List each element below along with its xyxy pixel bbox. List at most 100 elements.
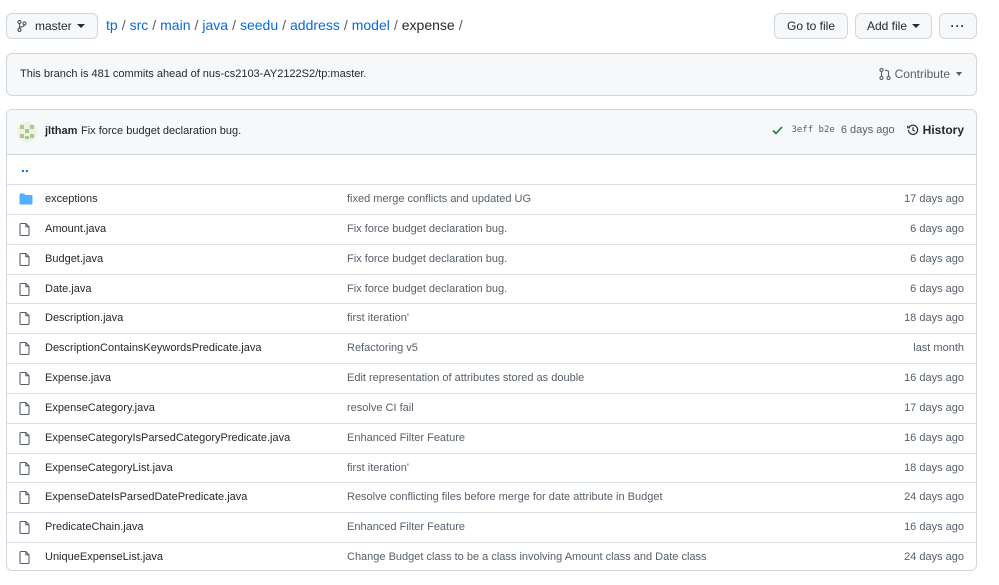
file-row[interactable]: Amount.java Fix force budget declaration … — [7, 215, 976, 245]
file-name-link[interactable]: Date.java — [45, 283, 91, 295]
file-icon — [19, 551, 30, 567]
file-commit-message[interactable]: Fix force budget declaration bug. — [347, 253, 507, 265]
file-icon — [19, 312, 30, 328]
file-name-link[interactable]: ExpenseCategoryList.java — [45, 462, 173, 474]
commit-age: 6 days ago — [840, 124, 895, 136]
branch-selector-button[interactable]: master — [6, 13, 98, 39]
commit-meta: 3eff b2e 6 days ago History — [772, 123, 964, 137]
go-to-file-button[interactable]: Go to file — [774, 13, 848, 39]
breadcrumb-separator: / — [194, 17, 199, 33]
file-commit-message[interactable]: Enhanced Filter Feature — [347, 432, 465, 444]
file-icon — [19, 222, 30, 239]
contribute-label: Contribute — [894, 67, 950, 81]
file-commit-message[interactable]: Edit representation of attributes stored… — [347, 372, 584, 384]
breadcrumb-item-java[interactable]: java — [202, 17, 228, 33]
more-options-button[interactable]: ··· — [939, 13, 977, 39]
file-commit-message[interactable]: Enhanced Filter Feature — [347, 521, 465, 533]
contribute-button[interactable]: Contribute — [879, 67, 962, 81]
file-name-link[interactable]: ExpenseCategoryIsParsedCategoryPredicate… — [45, 432, 290, 444]
ahead-banner-text: This branch is 481 commits ahead of nus-… — [20, 68, 367, 80]
file-name-link[interactable]: DescriptionContainsKeywordsPredicate.jav… — [45, 342, 261, 354]
file-icon — [19, 431, 30, 448]
file-row[interactable]: UniqueExpenseList.java Change Budget clas… — [7, 543, 976, 570]
ahead-banner: This branch is 481 commits ahead of nus-… — [6, 53, 977, 96]
file-icon — [19, 521, 30, 537]
file-commit-age: 16 days ago — [904, 431, 964, 444]
file-row[interactable]: ExpenseCategory.java resolve CI fail 17 da… — [7, 394, 976, 424]
file-row[interactable]: ExpenseCategoryIsParsedCategoryPredicate… — [7, 424, 976, 454]
file-icon — [19, 252, 30, 269]
file-row[interactable]: ExpenseCategoryList.java first iteration'… — [7, 454, 976, 484]
file-row[interactable]: ExpenseDateIsParsedDatePredicate.java Res… — [7, 483, 976, 514]
file-name-link[interactable]: ExpenseDateIsParsedDatePredicate.java — [45, 491, 247, 503]
file-row[interactable]: Expense.java Edit representation of attri… — [7, 364, 976, 394]
parent-directory-row[interactable]: .. — [7, 155, 976, 185]
breadcrumb-current: expense — [401, 17, 455, 33]
commit-author[interactable]: jltham — [45, 125, 77, 137]
file-row[interactable]: DescriptionContainsKeywordsPredicate.jav… — [7, 334, 976, 365]
breadcrumb-item-main[interactable]: main — [160, 17, 190, 33]
chevron-down-icon — [956, 72, 962, 76]
breadcrumb-item-model[interactable]: model — [352, 17, 390, 33]
file-row[interactable]: Description.java first iteration' 18 days … — [7, 304, 976, 335]
breadcrumb-separator: / — [121, 17, 126, 33]
add-file-button[interactable]: Add file — [855, 13, 932, 39]
file-row[interactable]: PredicateChain.java Enhanced Filter Featu… — [7, 513, 976, 544]
file-commit-message[interactable]: first iteration' — [347, 312, 409, 324]
file-commit-age: 18 days ago — [904, 461, 964, 474]
history-icon — [906, 124, 918, 135]
breadcrumb-item-address[interactable]: address — [290, 17, 340, 33]
breadcrumb-separator: / — [152, 17, 157, 33]
file-icon — [19, 401, 30, 418]
file-row[interactable]: Date.java Fix force budget declaration bu… — [7, 275, 976, 305]
breadcrumb-item-tp[interactable]: tp — [106, 17, 118, 33]
file-icon — [19, 461, 30, 478]
file-commit-age: 17 days ago — [904, 193, 964, 205]
branch-name: master — [35, 19, 72, 33]
file-commit-age: 6 days ago — [910, 222, 964, 235]
breadcrumb-item-src[interactable]: src — [130, 17, 149, 33]
add-file-label: Add file — [866, 19, 908, 33]
file-commit-message[interactable]: Resolve conflicting files before merge f… — [347, 491, 663, 503]
file-name-link[interactable]: PredicateChain.java — [45, 521, 143, 533]
file-commit-message[interactable]: Fix force budget declaration bug. — [347, 283, 507, 295]
file-commit-message[interactable]: Change Budget class to be a class involv… — [347, 551, 707, 563]
avatar[interactable] — [17, 122, 37, 142]
file-commit-message[interactable]: Fix force budget declaration bug. — [347, 223, 507, 235]
history-label: History — [922, 123, 964, 137]
file-commit-message[interactable]: first iteration' — [347, 462, 409, 474]
file-name-link[interactable]: Amount.java — [45, 223, 106, 235]
file-name-link[interactable]: Description.java — [45, 312, 123, 324]
file-name-link[interactable]: ExpenseCategory.java — [45, 402, 155, 414]
commit-message[interactable]: Fix force budget declaration bug. — [81, 125, 241, 137]
breadcrumb-item-seedu[interactable]: seedu — [240, 17, 278, 33]
file-name-link[interactable]: Expense.java — [45, 372, 111, 384]
file-commit-age: 24 days ago — [904, 551, 964, 564]
pull-request-icon — [879, 68, 891, 80]
parent-directory-link[interactable]: .. — [21, 159, 29, 175]
breadcrumb: tp / src / main / java / seedu / address / model / exp… — [106, 17, 467, 33]
file-commit-message[interactable]: fixed merge conflicts and updated UG — [347, 193, 531, 205]
breadcrumb-separator: / — [343, 17, 348, 33]
file-commit-message[interactable]: Refactoring v5 — [347, 342, 418, 354]
file-row[interactable]: Budget.java Fix force budget declaration … — [7, 245, 976, 275]
file-commit-message[interactable]: resolve CI fail — [347, 402, 414, 414]
latest-commit-bar: jltham Fix force budget declaration bug.… — [7, 110, 976, 155]
breadcrumb-separator: / — [458, 17, 463, 33]
file-name-link[interactable]: UniqueExpenseList.java — [45, 551, 163, 563]
file-icon — [19, 342, 30, 358]
file-icon — [19, 372, 30, 388]
file-name-link[interactable]: Budget.java — [45, 253, 103, 265]
file-name-link[interactable]: exceptions — [45, 193, 98, 205]
chevron-down-icon — [912, 24, 921, 28]
check-icon[interactable] — [772, 125, 784, 135]
file-browser: jltham Fix force budget declaration bug.… — [6, 109, 977, 571]
file-commit-age: 6 days ago — [910, 282, 964, 295]
breadcrumb-separator: / — [393, 17, 398, 33]
file-commit-age: 6 days ago — [910, 252, 964, 265]
history-button[interactable]: History — [906, 123, 964, 137]
breadcrumb-separator: / — [282, 17, 287, 33]
commit-sha[interactable]: 3eff b2e — [791, 125, 834, 135]
file-icon — [19, 282, 30, 299]
file-row[interactable]: exceptions fixed merge conflicts and upda… — [7, 185, 976, 215]
